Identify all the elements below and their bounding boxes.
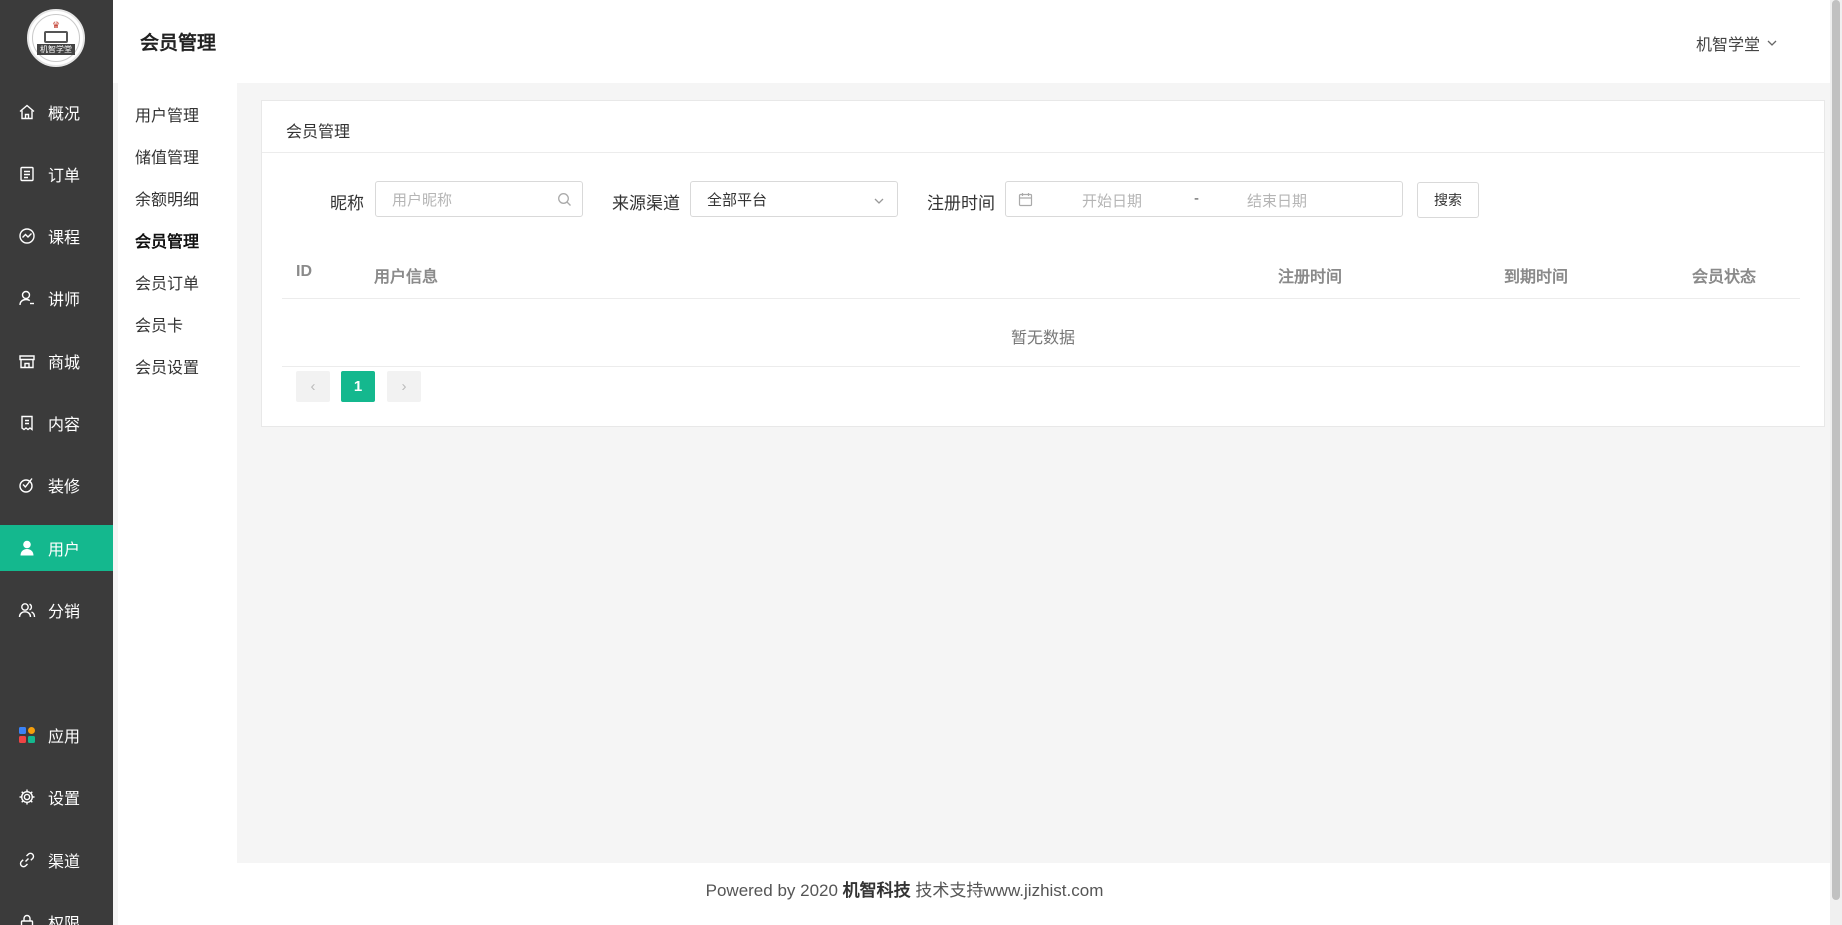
column-header-expire-time: 到期时间 (1504, 269, 1569, 286)
main-nav: ♛ 机智学堂 概况 订单 课程 讲师 商城 内容 装修 用户 分销 应用 设置 … (0, 0, 113, 925)
logo-emblem: ♛ 机智学堂 (32, 14, 80, 62)
footer-suffix: 技术支持www.jizhist.com (910, 881, 1104, 900)
scrollbar-thumb[interactable] (1832, 0, 1840, 900)
table-bottom-divider (282, 366, 1800, 367)
course-icon (18, 227, 36, 245)
page-scrollbar[interactable] (1830, 0, 1842, 925)
page-number-current[interactable]: 1 (341, 371, 375, 402)
chevron-down-icon (874, 198, 884, 204)
subnav-item-member-settings[interactable]: 会员设置 (135, 354, 199, 378)
brand-logo[interactable]: ♛ 机智学堂 (27, 9, 85, 67)
subnav-item-member-orders[interactable]: 会员订单 (135, 270, 199, 294)
lock-icon (18, 913, 36, 925)
nav-item-permissions[interactable]: 权限 (0, 899, 113, 925)
home-icon (18, 103, 36, 121)
column-header-user-info: 用户信息 (374, 269, 439, 286)
nav-label: 订单 (48, 168, 81, 185)
prev-page-button[interactable]: ‹ (296, 371, 330, 402)
nav-label: 渠道 (48, 854, 81, 871)
footer-company: 机智科技 (842, 881, 911, 900)
nickname-placeholder: 用户昵称 (392, 191, 453, 209)
chevron-down-icon (1767, 40, 1777, 46)
subnav-item-member-management[interactable]: 会员管理 (135, 228, 199, 252)
nav-label: 课程 (48, 230, 81, 247)
user-icon (18, 539, 36, 557)
teacher-icon (18, 289, 36, 307)
channel-label: 来源渠道 (612, 194, 680, 213)
order-icon (18, 165, 36, 183)
subnav-item-balance-detail[interactable]: 余额明细 (135, 186, 199, 210)
link-icon (18, 851, 36, 869)
apps-icon (18, 726, 36, 744)
nav-item-users[interactable]: 用户 (0, 525, 113, 571)
empty-state-text: 暂无数据 (1010, 330, 1075, 347)
nav-item-orders[interactable]: 订单 (0, 151, 113, 197)
nav-label: 应用 (48, 729, 81, 746)
search-button[interactable]: 搜索 (1417, 182, 1479, 218)
page-footer: Powered by 2020 机智科技 技术支持www.jizhist.com (237, 863, 1830, 925)
nav-item-teachers[interactable]: 讲师 (0, 275, 113, 321)
start-date-placeholder[interactable]: 开始日期 (1082, 190, 1142, 211)
nav-label: 概况 (48, 106, 81, 123)
nickname-label: 昵称 (330, 194, 364, 213)
card-title: 会员管理 (286, 124, 351, 141)
channel-value: 全部平台 (707, 191, 768, 209)
gear-icon (18, 788, 36, 806)
nav-label: 商城 (48, 355, 81, 372)
book-icon (44, 31, 68, 43)
table-header-divider (282, 298, 1800, 299)
decorate-icon (18, 476, 36, 494)
nav-label: 权限 (48, 916, 81, 925)
footer-prefix: Powered by 2020 (705, 881, 843, 900)
nav-item-store[interactable]: 商城 (0, 338, 113, 384)
subnav-item-stored-value[interactable]: 储值管理 (135, 144, 199, 168)
range-separator: - (1194, 190, 1199, 207)
logo-text: 机智学堂 (37, 44, 75, 55)
nav-item-settings[interactable]: 设置 (0, 774, 113, 820)
page-title: 会员管理 (140, 33, 217, 54)
member-card-panel: 会员管理 昵称 用户昵称 来源渠道 全部平台 注册时间 开始日期 - 结束日期 … (261, 100, 1825, 427)
card-header: 会员管理 (262, 101, 1824, 153)
crown-icon: ♛ (51, 20, 61, 30)
nav-item-courses[interactable]: 课程 (0, 213, 113, 259)
nav-item-channels[interactable]: 渠道 (0, 837, 113, 883)
nav-label: 内容 (48, 417, 81, 434)
nav-label: 用户 (48, 542, 81, 559)
nav-item-decorate[interactable]: 装修 (0, 462, 113, 508)
content-icon (18, 414, 36, 432)
account-dropdown[interactable]: 机智学堂 (1696, 31, 1778, 55)
nav-label: 装修 (48, 479, 81, 496)
regtime-range-picker[interactable]: 开始日期 - 结束日期 (1005, 181, 1403, 217)
distribution-icon (18, 601, 36, 619)
subnav-item-user-management[interactable]: 用户管理 (135, 102, 199, 126)
nav-item-apps[interactable]: 应用 (0, 712, 113, 758)
regtime-label: 注册时间 (927, 194, 995, 213)
footer-copyright: Powered by 2020 机智科技 技术支持www.jizhist.com (237, 876, 1572, 901)
end-date-placeholder[interactable]: 结束日期 (1247, 190, 1307, 211)
subnav-item-member-card[interactable]: 会员卡 (135, 312, 183, 336)
store-icon (18, 352, 36, 370)
column-header-register-time: 注册时间 (1278, 269, 1343, 286)
calendar-icon (1018, 193, 1033, 207)
nav-label: 讲师 (48, 292, 81, 309)
sub-nav: 用户管理 储值管理 余额明细 会员管理 会员订单 会员卡 会员设置 (118, 83, 237, 925)
channel-select[interactable]: 全部平台 (690, 181, 898, 217)
nav-item-content[interactable]: 内容 (0, 400, 113, 446)
search-icon (558, 193, 571, 206)
nav-item-distribution[interactable]: 分销 (0, 587, 113, 633)
column-header-id: ID (296, 263, 312, 280)
nav-label: 分销 (48, 604, 81, 621)
account-name: 机智学堂 (1695, 37, 1760, 54)
next-page-button[interactable]: › (387, 371, 421, 402)
top-header: 会员管理 机智学堂 (113, 0, 1842, 83)
nickname-input[interactable]: 用户昵称 (375, 181, 583, 217)
column-header-member-status: 会员状态 (1692, 269, 1757, 286)
nav-item-overview[interactable]: 概况 (0, 89, 113, 135)
nav-label: 设置 (48, 791, 81, 808)
